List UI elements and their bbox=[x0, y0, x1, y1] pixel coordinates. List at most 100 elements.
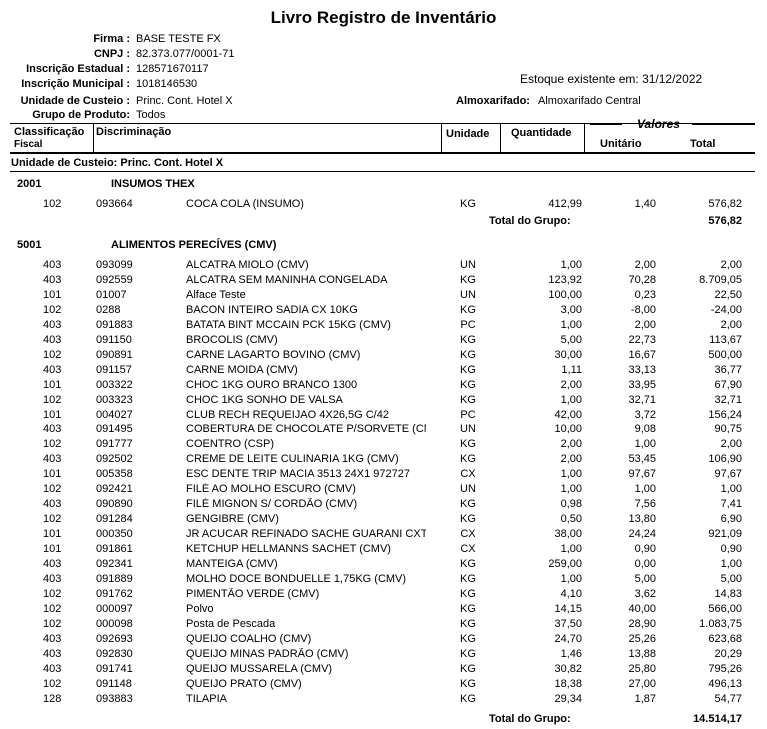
cell-unidade: UN bbox=[460, 483, 476, 496]
group-code: 5001 bbox=[17, 239, 42, 251]
cell-discriminacao: JR ACUCAR REFINADO SACHE GUARANI CXT996 bbox=[186, 528, 426, 541]
table-row: 403 090890 FILÉ MIGNON S/ CORDÃO (CMV) KG 0,… bbox=[0, 498, 767, 513]
cell-total: 2,00 bbox=[720, 438, 742, 451]
cell-total: 496,13 bbox=[708, 677, 742, 690]
cell-discriminacao: CHOC 1KG SONHO DE VALSA bbox=[186, 393, 343, 406]
cell-codigo: 091495 bbox=[96, 423, 133, 436]
cell-discriminacao: GENGIBRE (CMV) bbox=[186, 513, 279, 526]
cell-discriminacao: Alface Teste bbox=[186, 288, 246, 301]
cell-unidade: KG bbox=[460, 647, 476, 660]
ie-value: 128571670117 bbox=[136, 63, 209, 75]
cell-unidade: KG bbox=[460, 602, 476, 615]
cell-codigo: 01007 bbox=[96, 288, 127, 301]
col-discriminacao: Discriminação bbox=[96, 126, 172, 138]
cell-classificacao: 102 bbox=[43, 198, 62, 210]
cell-classificacao: 102 bbox=[43, 617, 62, 630]
cell-codigo: 091150 bbox=[96, 333, 132, 346]
cell-codigo: 091777 bbox=[96, 438, 133, 451]
group-total-value: 14.514,17 bbox=[693, 713, 742, 725]
cell-discriminacao: QUEIJO MUSSARELA (CMV) bbox=[186, 662, 333, 675]
group-name: INSUMOS THEX bbox=[111, 178, 195, 190]
cell-codigo: 0288 bbox=[96, 303, 121, 316]
cell-unitario: 25,26 bbox=[628, 632, 656, 645]
group-total-label: Total do Grupo: bbox=[489, 713, 571, 725]
valores-rule-left bbox=[590, 124, 622, 125]
cell-unidade: KG bbox=[460, 363, 476, 376]
cell-unidade: UN bbox=[460, 288, 476, 301]
cell-quantidade: 2,00 bbox=[560, 438, 582, 451]
cell-codigo: 000098 bbox=[96, 617, 133, 630]
uc-value: Princ. Cont. Hotel X bbox=[136, 95, 233, 107]
cell-total: 576,82 bbox=[708, 198, 742, 210]
cell-unidade: KG bbox=[460, 303, 476, 316]
header-bottom-rule bbox=[10, 152, 755, 154]
table-row: 102 000098 Posta de Pescada KG 37,50 28,90 1.0… bbox=[0, 618, 767, 633]
cell-discriminacao: FILÉ MIGNON S/ CORDÃO (CMV) bbox=[186, 498, 358, 511]
cell-classificacao: 101 bbox=[43, 288, 62, 301]
cell-unitario: 2,00 bbox=[634, 318, 656, 331]
cell-classificacao: 102 bbox=[43, 393, 62, 406]
cell-discriminacao: CARNE MOIDA (CMV) bbox=[186, 363, 298, 376]
cell-unitario: 25,80 bbox=[628, 662, 656, 675]
cell-unidade: PC bbox=[460, 408, 476, 421]
table-row: 403 091150 BROCOLIS (CMV) KG 5,00 22,73 113,67 bbox=[0, 334, 767, 349]
ie-label: Inscrição Estadual : bbox=[26, 63, 130, 75]
cell-total: 0,90 bbox=[720, 543, 742, 555]
table-row: 102 091148 QUEIJO PRATO (CMV) KG 18,38 27,00 4… bbox=[0, 678, 767, 693]
table-row: 101 091861 KETCHUP HELLMANNS SACHET (CMV) C… bbox=[0, 543, 767, 558]
group-name: ALIMENTOS PERECÍVES (CMV) bbox=[111, 239, 277, 251]
cell-discriminacao: ESC DENTE TRIP MACIA 3513 24X1 972727 bbox=[186, 468, 410, 481]
cell-codigo: 000350 bbox=[96, 528, 133, 541]
cell-quantidade: 0,50 bbox=[560, 513, 582, 526]
cell-unidade: KG bbox=[460, 632, 476, 645]
cell-classificacao: 403 bbox=[43, 363, 62, 376]
cell-codigo: 091889 bbox=[96, 573, 133, 585]
cell-quantidade: 1,00 bbox=[560, 468, 582, 481]
cell-total: 22,50 bbox=[714, 288, 742, 301]
firma-label: Firma : bbox=[93, 33, 130, 45]
cell-total: 921,09 bbox=[708, 528, 742, 541]
group-total-label: Total do Grupo: bbox=[489, 215, 571, 227]
cell-unidade: KG bbox=[460, 617, 476, 630]
cell-discriminacao: COENTRO (CSP) bbox=[186, 438, 274, 451]
cell-unidade: KG bbox=[460, 378, 476, 391]
table-row: 403 092830 QUEIJO MINAS PADRÃO (CMV) KG 1,46… bbox=[0, 648, 767, 663]
cell-total: 5,00 bbox=[720, 573, 742, 585]
cell-classificacao: 403 bbox=[43, 318, 62, 331]
cell-unitario: 2,00 bbox=[634, 259, 656, 271]
cell-total: 67,90 bbox=[714, 378, 742, 391]
cell-quantidade: 42,00 bbox=[554, 408, 582, 421]
cell-classificacao: 403 bbox=[43, 423, 62, 436]
col-divider bbox=[93, 123, 94, 153]
cell-codigo: 090891 bbox=[96, 348, 133, 361]
cell-unitario: 7,56 bbox=[634, 498, 656, 511]
cell-classificacao: 102 bbox=[43, 677, 62, 690]
cell-unitario: 9,08 bbox=[634, 423, 656, 436]
firma-value: BASE TESTE FX bbox=[136, 33, 221, 45]
cell-unidade: KG bbox=[460, 558, 476, 570]
cell-discriminacao: MOLHO DOCE BONDUELLE 1,75KG (CMV) bbox=[186, 573, 407, 585]
estoque-date: Estoque existente em: 31/12/2022 bbox=[520, 72, 703, 86]
cell-unitario: 3,72 bbox=[634, 408, 656, 421]
cell-unidade: KG bbox=[460, 692, 476, 705]
cell-unitario: 97,67 bbox=[628, 468, 656, 481]
cell-discriminacao: Polvo bbox=[186, 602, 214, 615]
group-code: 2001 bbox=[17, 178, 42, 190]
col-classificacao: Classificação bbox=[14, 126, 85, 138]
cell-discriminacao: QUEIJO PRATO (CMV) bbox=[186, 677, 302, 690]
table-row: 128 093883 TILAPIA KG 29,34 1,87 54,77 bbox=[0, 693, 767, 708]
cell-unitario: 28,90 bbox=[628, 617, 656, 630]
table-row: 403 091157 CARNE MOIDA (CMV) KG 1,11 33,13 36,… bbox=[0, 364, 767, 379]
cell-codigo: 004027 bbox=[96, 408, 133, 421]
cell-quantidade: 1,00 bbox=[560, 483, 582, 496]
cell-unitario: 40,00 bbox=[628, 602, 656, 615]
cell-discriminacao: QUEIJO MINAS PADRÃO (CMV) bbox=[186, 647, 349, 660]
cell-total: 6,90 bbox=[720, 513, 742, 526]
cell-total: 1,00 bbox=[720, 558, 742, 570]
cell-unidade: KG bbox=[460, 348, 476, 361]
cell-codigo: 091861 bbox=[96, 543, 133, 555]
cell-quantidade: 10,00 bbox=[554, 423, 582, 436]
cell-codigo: 091883 bbox=[96, 318, 133, 331]
cell-quantidade: 412,99 bbox=[548, 198, 582, 210]
cell-unitario: 0,00 bbox=[634, 558, 656, 570]
